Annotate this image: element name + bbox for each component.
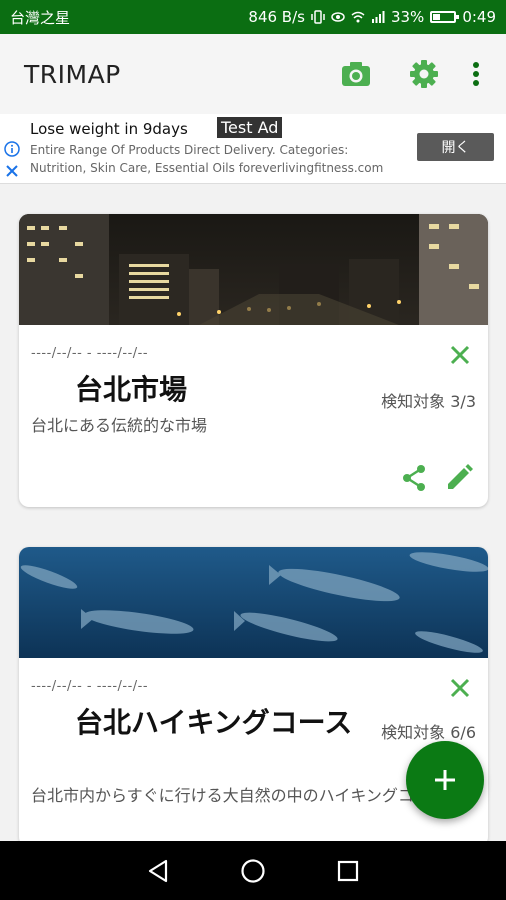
back-button[interactable] <box>138 851 178 891</box>
wifi-icon <box>351 11 365 23</box>
ad-open-button[interactable]: 開く <box>417 133 494 161</box>
info-icon[interactable] <box>4 141 20 157</box>
screen: 台灣之星 846 B/s 33% 0:49 TRIMAP Lose weight… <box>0 0 506 900</box>
camera-button[interactable] <box>332 50 380 98</box>
card-detection-count: 検知対象 6/6 <box>381 723 476 742</box>
close-icon[interactable] <box>446 674 474 702</box>
recents-icon <box>338 860 359 881</box>
fish-image <box>19 547 488 658</box>
more-vert-icon <box>473 62 479 86</box>
status-icons: 846 B/s 33% 0:49 <box>248 8 496 26</box>
card-date-range: ----/--/-- - ----/--/-- <box>31 679 149 694</box>
app-title: TRIMAP <box>24 59 121 89</box>
card-description: 台北市内からすぐに行ける大自然の中のハイキングコース <box>31 786 446 805</box>
card-title: 台北ハイキングコース <box>75 706 353 739</box>
card-image-fish <box>19 547 488 658</box>
battery-percent: 33% <box>390 8 425 26</box>
card-image-night-city <box>19 214 488 325</box>
clock: 0:49 <box>462 8 496 26</box>
spot-card[interactable]: ----/--/-- - ----/--/-- 台北市場 検知対象 3/3 台北… <box>19 214 488 507</box>
card-date-range: ----/--/-- - ----/--/-- <box>31 346 149 361</box>
card-detection-count: 検知対象 3/3 <box>381 392 476 411</box>
vibrate-icon <box>311 10 325 24</box>
card-description: 台北にある伝統的な市場 <box>31 416 208 435</box>
carrier-name: 台灣之星 <box>10 8 71 27</box>
battery-fill <box>433 14 441 20</box>
app-bar: TRIMAP <box>0 34 506 114</box>
gear-icon <box>410 60 438 88</box>
close-icon[interactable] <box>446 341 474 369</box>
system-nav-bar <box>0 841 506 900</box>
network-speed: 846 B/s <box>248 8 305 26</box>
more-options-button[interactable] <box>452 50 500 98</box>
recents-button[interactable] <box>328 851 368 891</box>
home-button[interactable] <box>233 851 273 891</box>
back-icon <box>148 859 167 882</box>
status-bar: 台灣之星 846 B/s 33% 0:49 <box>0 0 506 34</box>
ad-description: Entire Range Of Products Direct Delivery… <box>30 143 384 175</box>
signal-icon <box>371 11 385 23</box>
close-icon[interactable] <box>5 164 19 178</box>
add-spot-button[interactable] <box>406 741 484 819</box>
card-title: 台北市場 <box>75 373 188 406</box>
camera-icon <box>342 62 370 86</box>
eye-icon <box>331 12 345 22</box>
ad-banner[interactable]: Lose weight in 9days Test Ad Entire Rang… <box>0 114 506 184</box>
share-icon[interactable] <box>399 463 429 493</box>
battery-icon <box>430 11 460 23</box>
edit-icon[interactable] <box>444 463 474 493</box>
home-icon <box>241 858 265 883</box>
settings-button[interactable] <box>400 50 448 98</box>
night-city-image <box>19 214 488 325</box>
ad-badge: Test Ad <box>216 116 284 139</box>
ad-title: Lose weight in 9days <box>30 120 188 138</box>
plus-icon <box>435 770 455 790</box>
